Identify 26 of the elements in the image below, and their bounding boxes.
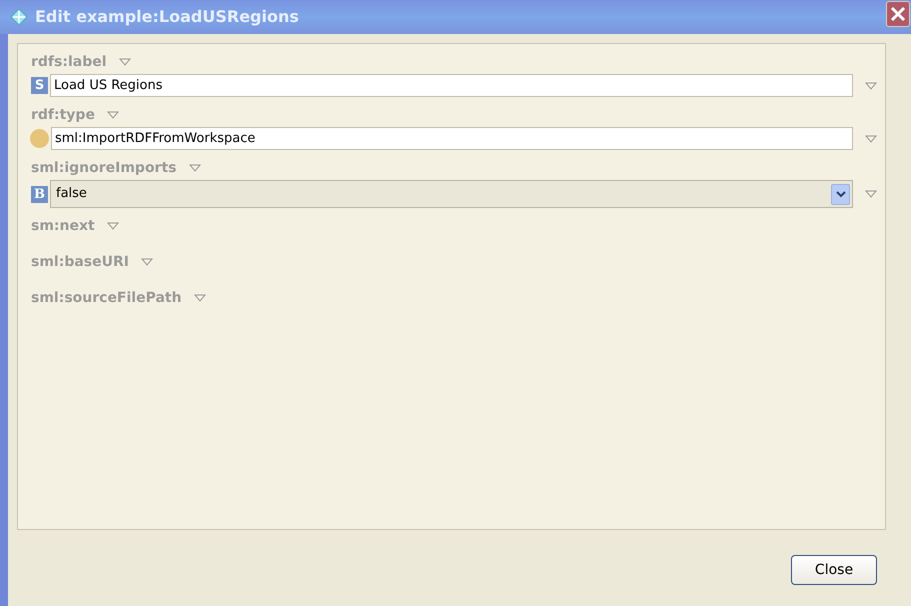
- property-label: rdf:type: [31, 106, 95, 124]
- dropdown-triangle-icon[interactable]: [106, 222, 119, 230]
- dropdown-triangle-icon[interactable]: [194, 294, 206, 302]
- string-type-badge: S: [31, 77, 48, 94]
- value-dropdown[interactable]: false: [50, 180, 853, 208]
- property-label: sm:next: [31, 216, 95, 236]
- app-icon: [10, 8, 28, 26]
- property-label: sml:baseURI: [31, 252, 129, 272]
- dropdown-triangle-icon[interactable]: [865, 82, 877, 90]
- dropdown-triangle-icon[interactable]: [118, 58, 131, 66]
- dropdown-triangle-icon[interactable]: [865, 134, 877, 142]
- property-label: sml:ignoreImports: [31, 158, 176, 178]
- dropdown-triangle-icon[interactable]: [140, 258, 153, 266]
- value-field[interactable]: Load US Regions: [50, 74, 853, 97]
- close-button[interactable]: Close: [791, 555, 877, 585]
- value-field[interactable]: sml:ImportRDFFromWorkspace: [51, 127, 853, 150]
- property-label: sml:sourceFilePath: [31, 288, 182, 308]
- property-label: rdfs:label: [31, 52, 107, 72]
- dropdown-triangle-icon[interactable]: [188, 164, 200, 172]
- close-icon[interactable]: [886, 1, 910, 27]
- dropdown-value: false: [56, 185, 88, 204]
- boolean-type-badge: B: [31, 186, 48, 202]
- dropdown-triangle-icon[interactable]: [106, 111, 119, 119]
- window-title: Edit example:LoadUSRegions: [35, 6, 299, 28]
- dropdown-triangle-icon[interactable]: [865, 190, 877, 198]
- resource-icon: [30, 129, 49, 148]
